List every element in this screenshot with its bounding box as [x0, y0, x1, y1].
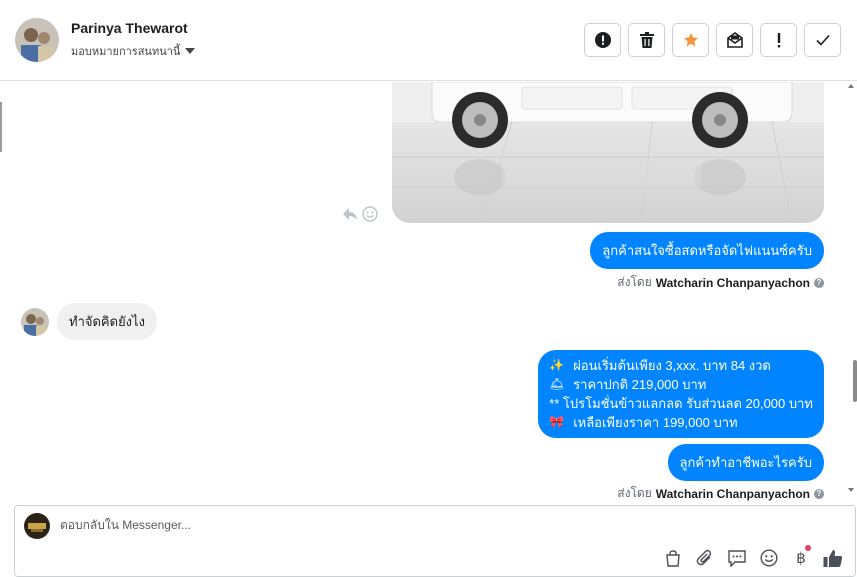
reply-icon[interactable]	[342, 207, 358, 221]
promo-line-1: ✨ ผ่อนเริ่มต้นเพียง 3,xxx. บาท 84 งวด	[549, 358, 771, 373]
info-icon[interactable]: ?	[814, 488, 824, 499]
alert-circle-icon	[594, 32, 611, 48]
incoming-message[interactable]: ทำจัดคิดยังไง	[57, 303, 157, 340]
sent-by-prefix: ส่งโดย	[617, 275, 652, 289]
report-spam-button[interactable]	[584, 23, 621, 57]
agent-name[interactable]: Watcharin Chanpanyachon	[656, 487, 810, 501]
promo-line-4: 🎀 เหลือเพียงราคา 199,000 บาท	[549, 415, 738, 430]
baht-icon[interactable]: ฿	[791, 545, 811, 568]
agent-name[interactable]: Watcharin Chanpanyachon	[656, 276, 810, 290]
thread-scrollbar[interactable]	[845, 82, 857, 504]
trash-icon	[639, 32, 654, 48]
sent-by-label: ส่งโดย Watcharin Chanpanyachon ?	[617, 484, 824, 503]
reply-composer: ฿	[14, 505, 856, 577]
info-icon[interactable]: ?	[814, 277, 824, 288]
assign-label: มอบหมายการสนทนานี้	[71, 46, 181, 58]
star-button[interactable]	[672, 23, 709, 57]
contact-avatar-small[interactable]	[21, 308, 49, 336]
mark-unread-button[interactable]	[716, 23, 753, 57]
outgoing-promo-message[interactable]: ✨ ผ่อนเริ่มต้นเพียง 3,xxx. บาท 84 งวด 🛎 รา…	[538, 350, 824, 438]
contact-name[interactable]: Parinya Thewarot	[71, 20, 188, 36]
paperclip-icon[interactable]	[695, 548, 715, 568]
ribbon-icon: 🎀	[549, 415, 565, 429]
message-thread[interactable]: ลูกค้าสนใจซื้อสดหรือจัดไฟแนนซ์ครับ ส่งโด…	[0, 82, 857, 504]
mark-done-button[interactable]	[804, 23, 841, 57]
promo-line-3: ** โปรโมชั่นข้าวแลกลด รับส่วนลด 20,000 บ…	[549, 396, 813, 411]
star-icon	[683, 33, 698, 47]
promo-line-2: 🛎 ราคาปกติ 219,000 บาท	[549, 377, 707, 392]
follow-up-button[interactable]	[760, 23, 797, 57]
shopping-bag-icon[interactable]	[663, 548, 683, 568]
sparkles-icon: ✨	[549, 358, 565, 372]
chevron-down-icon	[185, 48, 196, 54]
conversation-header: Parinya Thewarot มอบหมายการสนทนานี้	[0, 0, 857, 81]
sent-by-prefix: ส่งโดย	[617, 486, 652, 500]
reply-input[interactable]	[60, 518, 560, 532]
emoji-reaction-icon[interactable]	[362, 206, 378, 222]
scroll-up-arrow[interactable]	[848, 84, 854, 88]
assign-conversation-dropdown[interactable]: มอบหมายการสนทนานี้	[71, 42, 196, 60]
bell-icon: 🛎	[549, 377, 565, 391]
delete-button[interactable]	[628, 23, 665, 57]
car-photo-attachment[interactable]	[392, 82, 824, 223]
outgoing-message[interactable]: ลูกค้าทำอาชีพอะไรครับ	[667, 444, 824, 481]
like-icon[interactable]	[823, 548, 843, 568]
sent-by-label: ส่งโดย Watcharin Chanpanyachon ?	[617, 273, 824, 292]
envelope-icon	[726, 32, 743, 48]
emoji-icon[interactable]	[759, 548, 779, 568]
check-icon	[815, 34, 830, 46]
scroll-thumb[interactable]	[853, 360, 857, 402]
exclamation-icon	[777, 33, 780, 48]
contact-avatar[interactable]	[15, 18, 59, 62]
composer-toolbar: ฿	[663, 545, 843, 568]
outgoing-message[interactable]: ลูกค้าสนใจซื้อสดหรือจัดไฟแนนซ์ครับ	[590, 232, 824, 269]
panel-divider	[0, 102, 2, 152]
saved-replies-icon[interactable]	[727, 548, 747, 568]
page-avatar	[24, 513, 50, 539]
message-actions	[342, 206, 378, 222]
notification-dot	[805, 545, 811, 551]
header-actions	[584, 23, 841, 57]
scroll-down-arrow[interactable]	[848, 488, 854, 492]
